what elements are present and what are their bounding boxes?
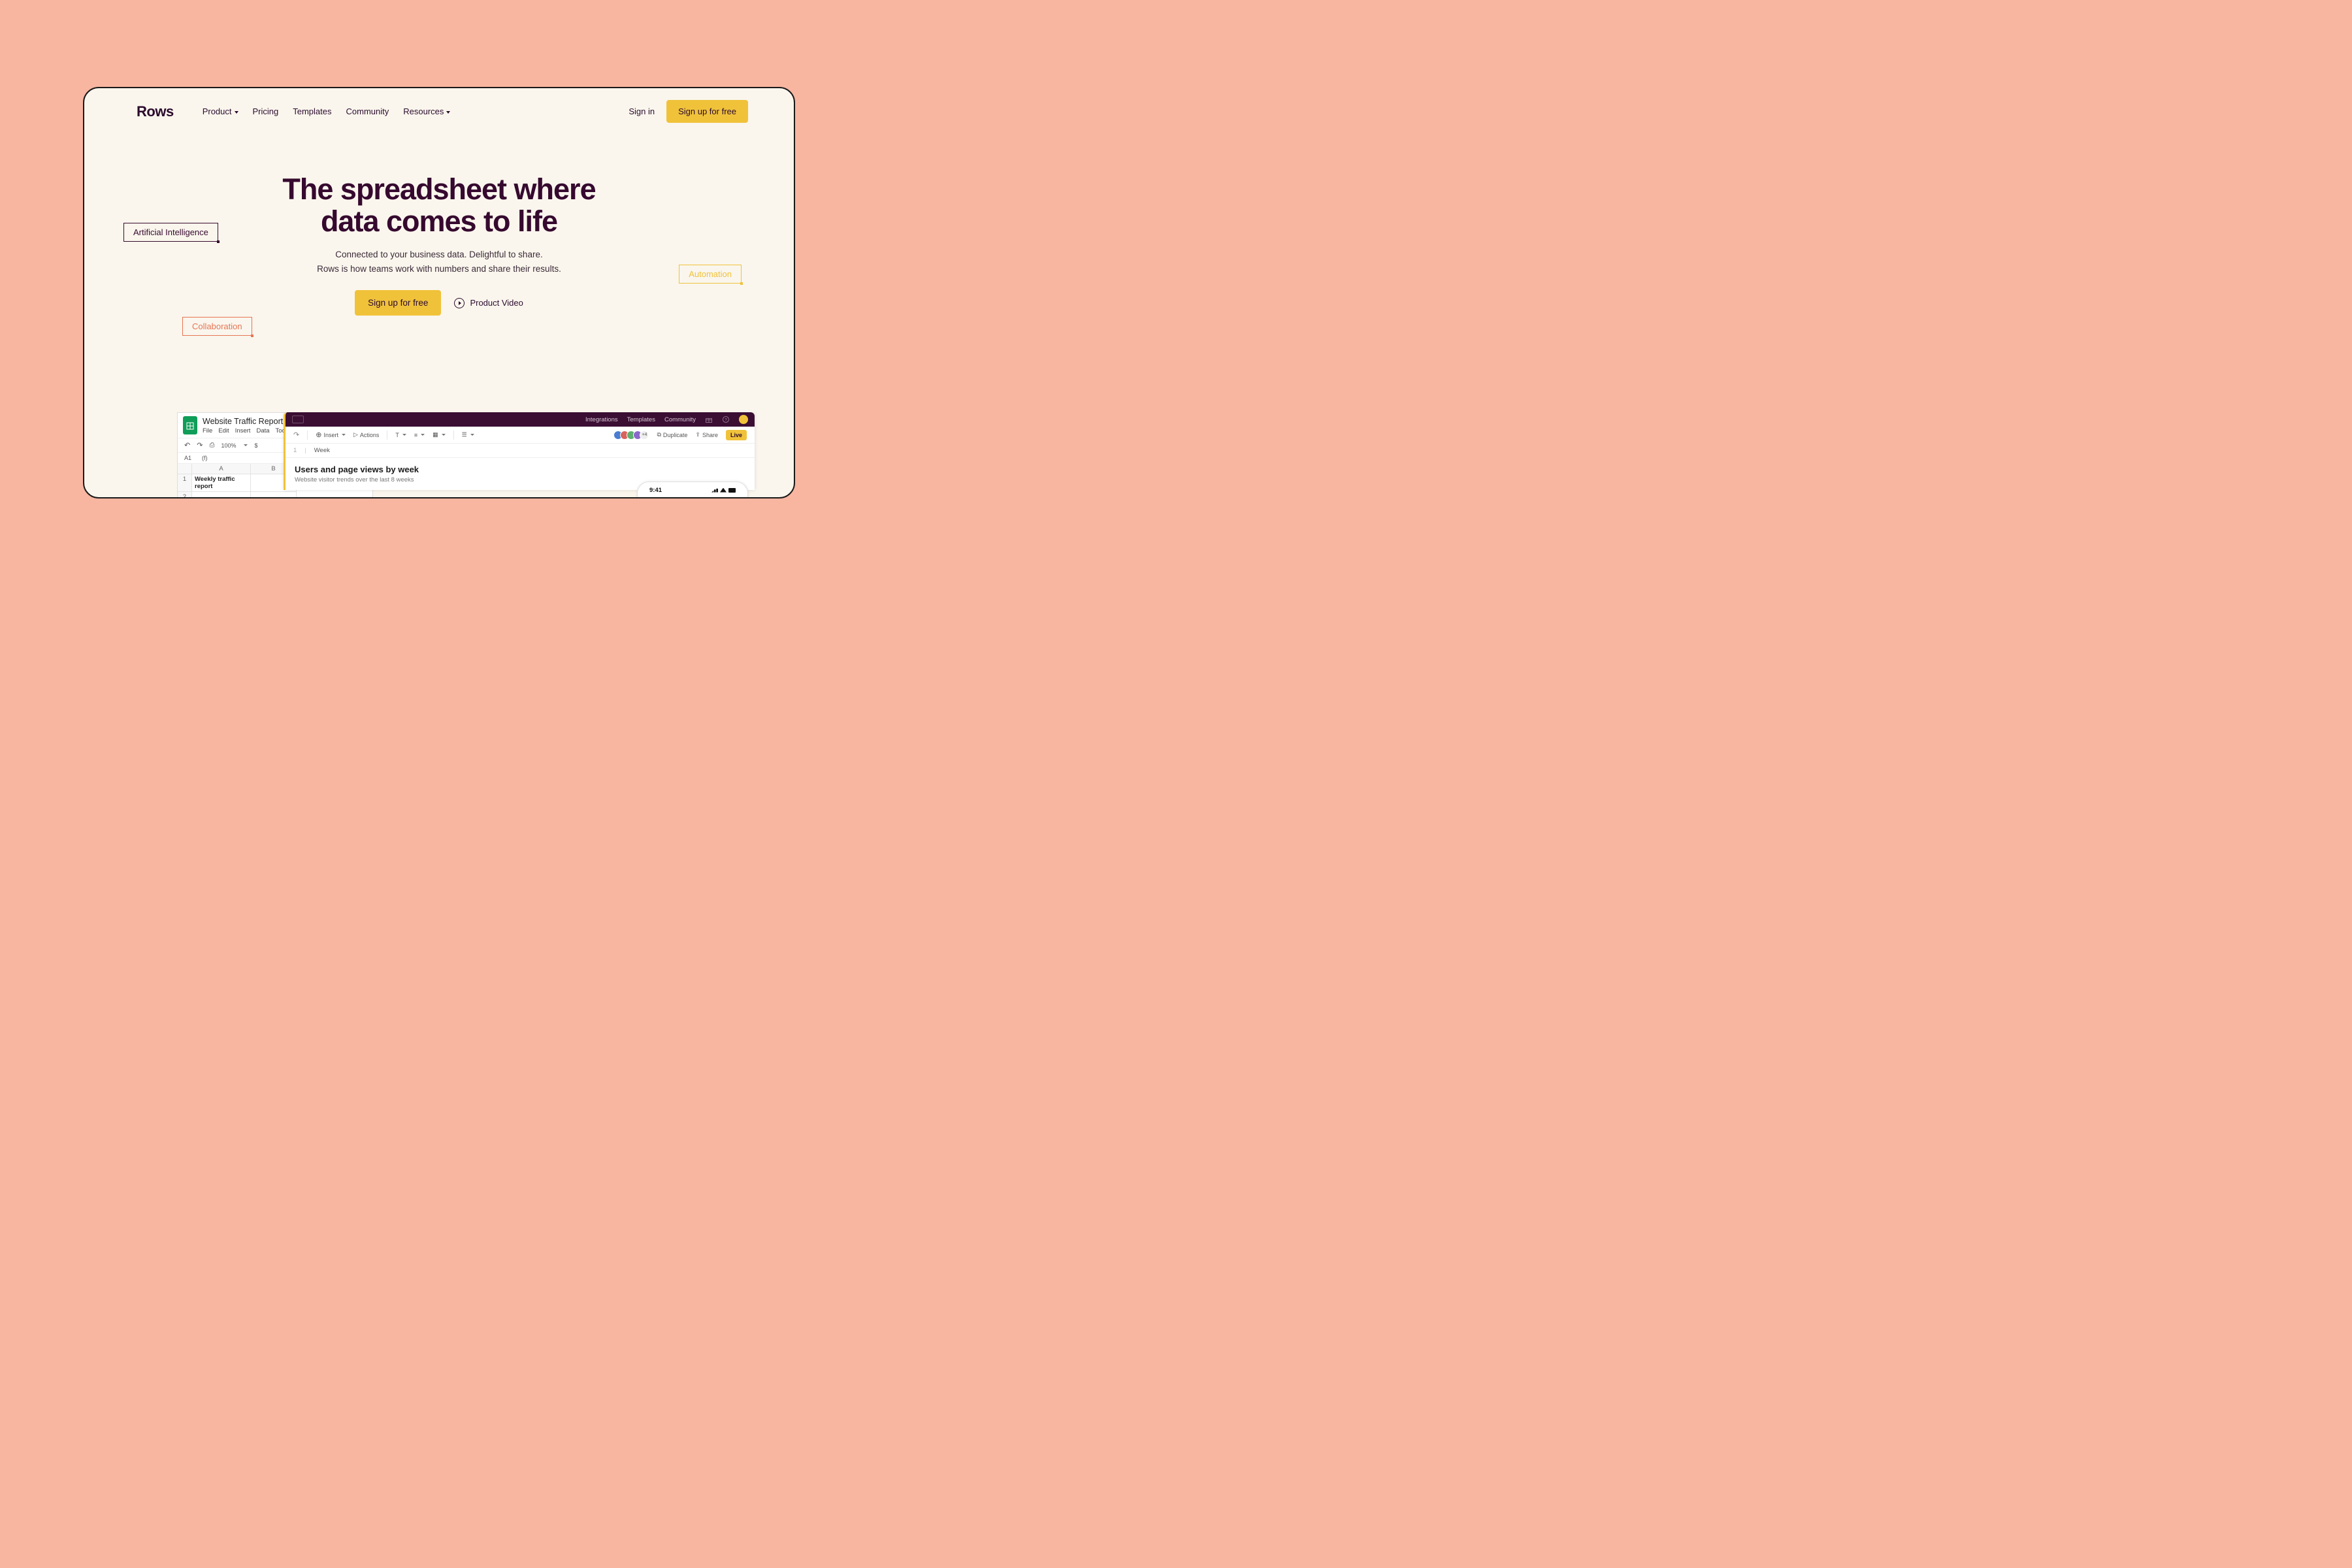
wifi-icon xyxy=(720,488,727,493)
user-avatar[interactable] xyxy=(739,415,748,424)
gs-zoom[interactable]: 100% xyxy=(221,442,236,449)
insert-button[interactable]: ⊕ Insert xyxy=(316,431,346,439)
logo[interactable]: Rows xyxy=(137,103,174,120)
duplicate-button[interactable]: ⧉Duplicate xyxy=(657,431,687,438)
chevron-down-icon xyxy=(446,111,450,114)
workspace-switcher[interactable] xyxy=(292,416,304,423)
sheets-icon xyxy=(183,416,197,434)
nav-templates[interactable]: Templates xyxy=(293,106,331,116)
chevron-down-icon xyxy=(235,111,238,114)
gs-corner xyxy=(178,464,192,474)
gs-fx-label: (f) xyxy=(202,455,208,461)
text-format-button[interactable]: T xyxy=(395,432,406,438)
gs-col-a[interactable]: A xyxy=(192,464,251,474)
nav-product[interactable]: Product xyxy=(203,106,238,116)
rows-app: Integrations Templates Community ? ⊕ Ins… xyxy=(284,412,755,490)
rows-tabrow: 1 | Week xyxy=(286,444,755,458)
gift-icon[interactable] xyxy=(705,416,713,423)
chevron-down-icon xyxy=(342,434,346,436)
gs-menu: File Edit Insert Data Tool xyxy=(203,427,287,434)
avatar-more: +4 xyxy=(640,431,649,440)
align-button[interactable]: ≡ xyxy=(414,432,425,438)
signal-icon xyxy=(711,488,718,493)
play-icon xyxy=(454,298,465,308)
svg-text:?: ? xyxy=(725,418,727,422)
tag-collaboration[interactable]: Collaboration xyxy=(182,317,252,336)
rows-nav-integrations[interactable]: Integrations xyxy=(585,416,618,423)
help-icon[interactable]: ? xyxy=(722,416,730,423)
gs-menu-file[interactable]: File xyxy=(203,427,212,434)
nav-resources[interactable]: Resources xyxy=(403,106,450,116)
signin-link[interactable]: Sign in xyxy=(629,106,655,116)
actions-button[interactable]: ▷ Actions xyxy=(353,431,379,438)
insert-label: Insert xyxy=(323,432,338,438)
print-icon[interactable] xyxy=(209,442,214,449)
rows-topbar: Integrations Templates Community ? xyxy=(286,412,755,427)
browser-frame: Rows Product Pricing Templates Community… xyxy=(83,87,795,498)
hero-title-line1: The spreadsheet where xyxy=(84,174,794,206)
hero-subtitle: Connected to your business data. Delight… xyxy=(84,248,794,276)
cell-format-button[interactable]: ▦ xyxy=(433,431,446,438)
redo-icon[interactable] xyxy=(293,431,299,439)
rows-heading: Users and page views by week xyxy=(295,465,745,474)
tab-label[interactable]: Week xyxy=(314,447,330,454)
undo-icon[interactable] xyxy=(184,441,190,449)
hero: The spreadsheet where data comes to life… xyxy=(84,135,794,316)
gs-menu-data[interactable]: Data xyxy=(256,427,269,434)
gs-currency[interactable]: $ xyxy=(254,442,257,449)
gs-row2-num[interactable]: 2 xyxy=(178,492,192,497)
gs-cellref[interactable]: A1 xyxy=(184,455,191,461)
duplicate-label: Duplicate xyxy=(663,432,688,438)
product-preview: Website Traffic Report File Edit Insert … xyxy=(84,412,794,497)
gs-cell-a1[interactable]: Weekly traffic report xyxy=(192,474,251,492)
gs-row1-num[interactable]: 1 xyxy=(178,474,192,492)
redo-icon[interactable] xyxy=(197,441,203,449)
gs-title: Website Traffic Report xyxy=(203,417,287,426)
hero-sub-line1: Connected to your business data. Delight… xyxy=(84,248,794,262)
hero-signup-button[interactable]: Sign up for free xyxy=(355,290,441,316)
nav-pricing[interactable]: Pricing xyxy=(253,106,279,116)
battery-icon xyxy=(728,488,736,493)
rows-nav-templates[interactable]: Templates xyxy=(627,416,655,423)
share-button[interactable]: ⇪Share xyxy=(695,431,718,438)
gs-cell-a2[interactable] xyxy=(192,492,251,497)
share-label: Share xyxy=(702,432,718,438)
gs-menu-insert[interactable]: Insert xyxy=(235,427,251,434)
nav-resources-label: Resources xyxy=(403,106,444,116)
rows-toolbar: ⊕ Insert ▷ Actions T ≡ ▦ ☰ xyxy=(286,427,755,444)
phone-mock: 9:41 xyxy=(637,482,748,497)
nav-community[interactable]: Community xyxy=(346,106,389,116)
rows-nav-community[interactable]: Community xyxy=(664,416,696,423)
top-nav: Rows Product Pricing Templates Community… xyxy=(84,88,794,135)
actions-label: Actions xyxy=(360,432,380,438)
hero-sub-line2: Rows is how teams work with numbers and … xyxy=(84,262,794,276)
phone-time: 9:41 xyxy=(649,487,662,494)
hero-cta: Sign up for free Product Video xyxy=(84,290,794,316)
product-video-link[interactable]: Product Video xyxy=(454,298,523,308)
live-toggle[interactable]: Live xyxy=(726,430,747,440)
hero-title: The spreadsheet where data comes to life xyxy=(84,174,794,237)
page-number: 1 xyxy=(293,447,297,454)
nav-links: Product Pricing Templates Community Reso… xyxy=(203,106,616,116)
phone-status-icons xyxy=(711,488,736,493)
nav-product-label: Product xyxy=(203,106,232,116)
chevron-down-icon xyxy=(244,444,248,446)
product-video-label: Product Video xyxy=(470,298,523,308)
gs-menu-edit[interactable]: Edit xyxy=(218,427,229,434)
more-format-button[interactable]: ☰ xyxy=(462,431,474,438)
gs-cell-b2[interactable] xyxy=(251,492,297,497)
hero-title-line2: data comes to life xyxy=(84,206,794,238)
signup-button[interactable]: Sign up for free xyxy=(666,100,748,123)
nav-right: Sign in Sign up for free xyxy=(629,100,748,123)
collaborator-avatars[interactable]: +4 xyxy=(616,431,649,440)
